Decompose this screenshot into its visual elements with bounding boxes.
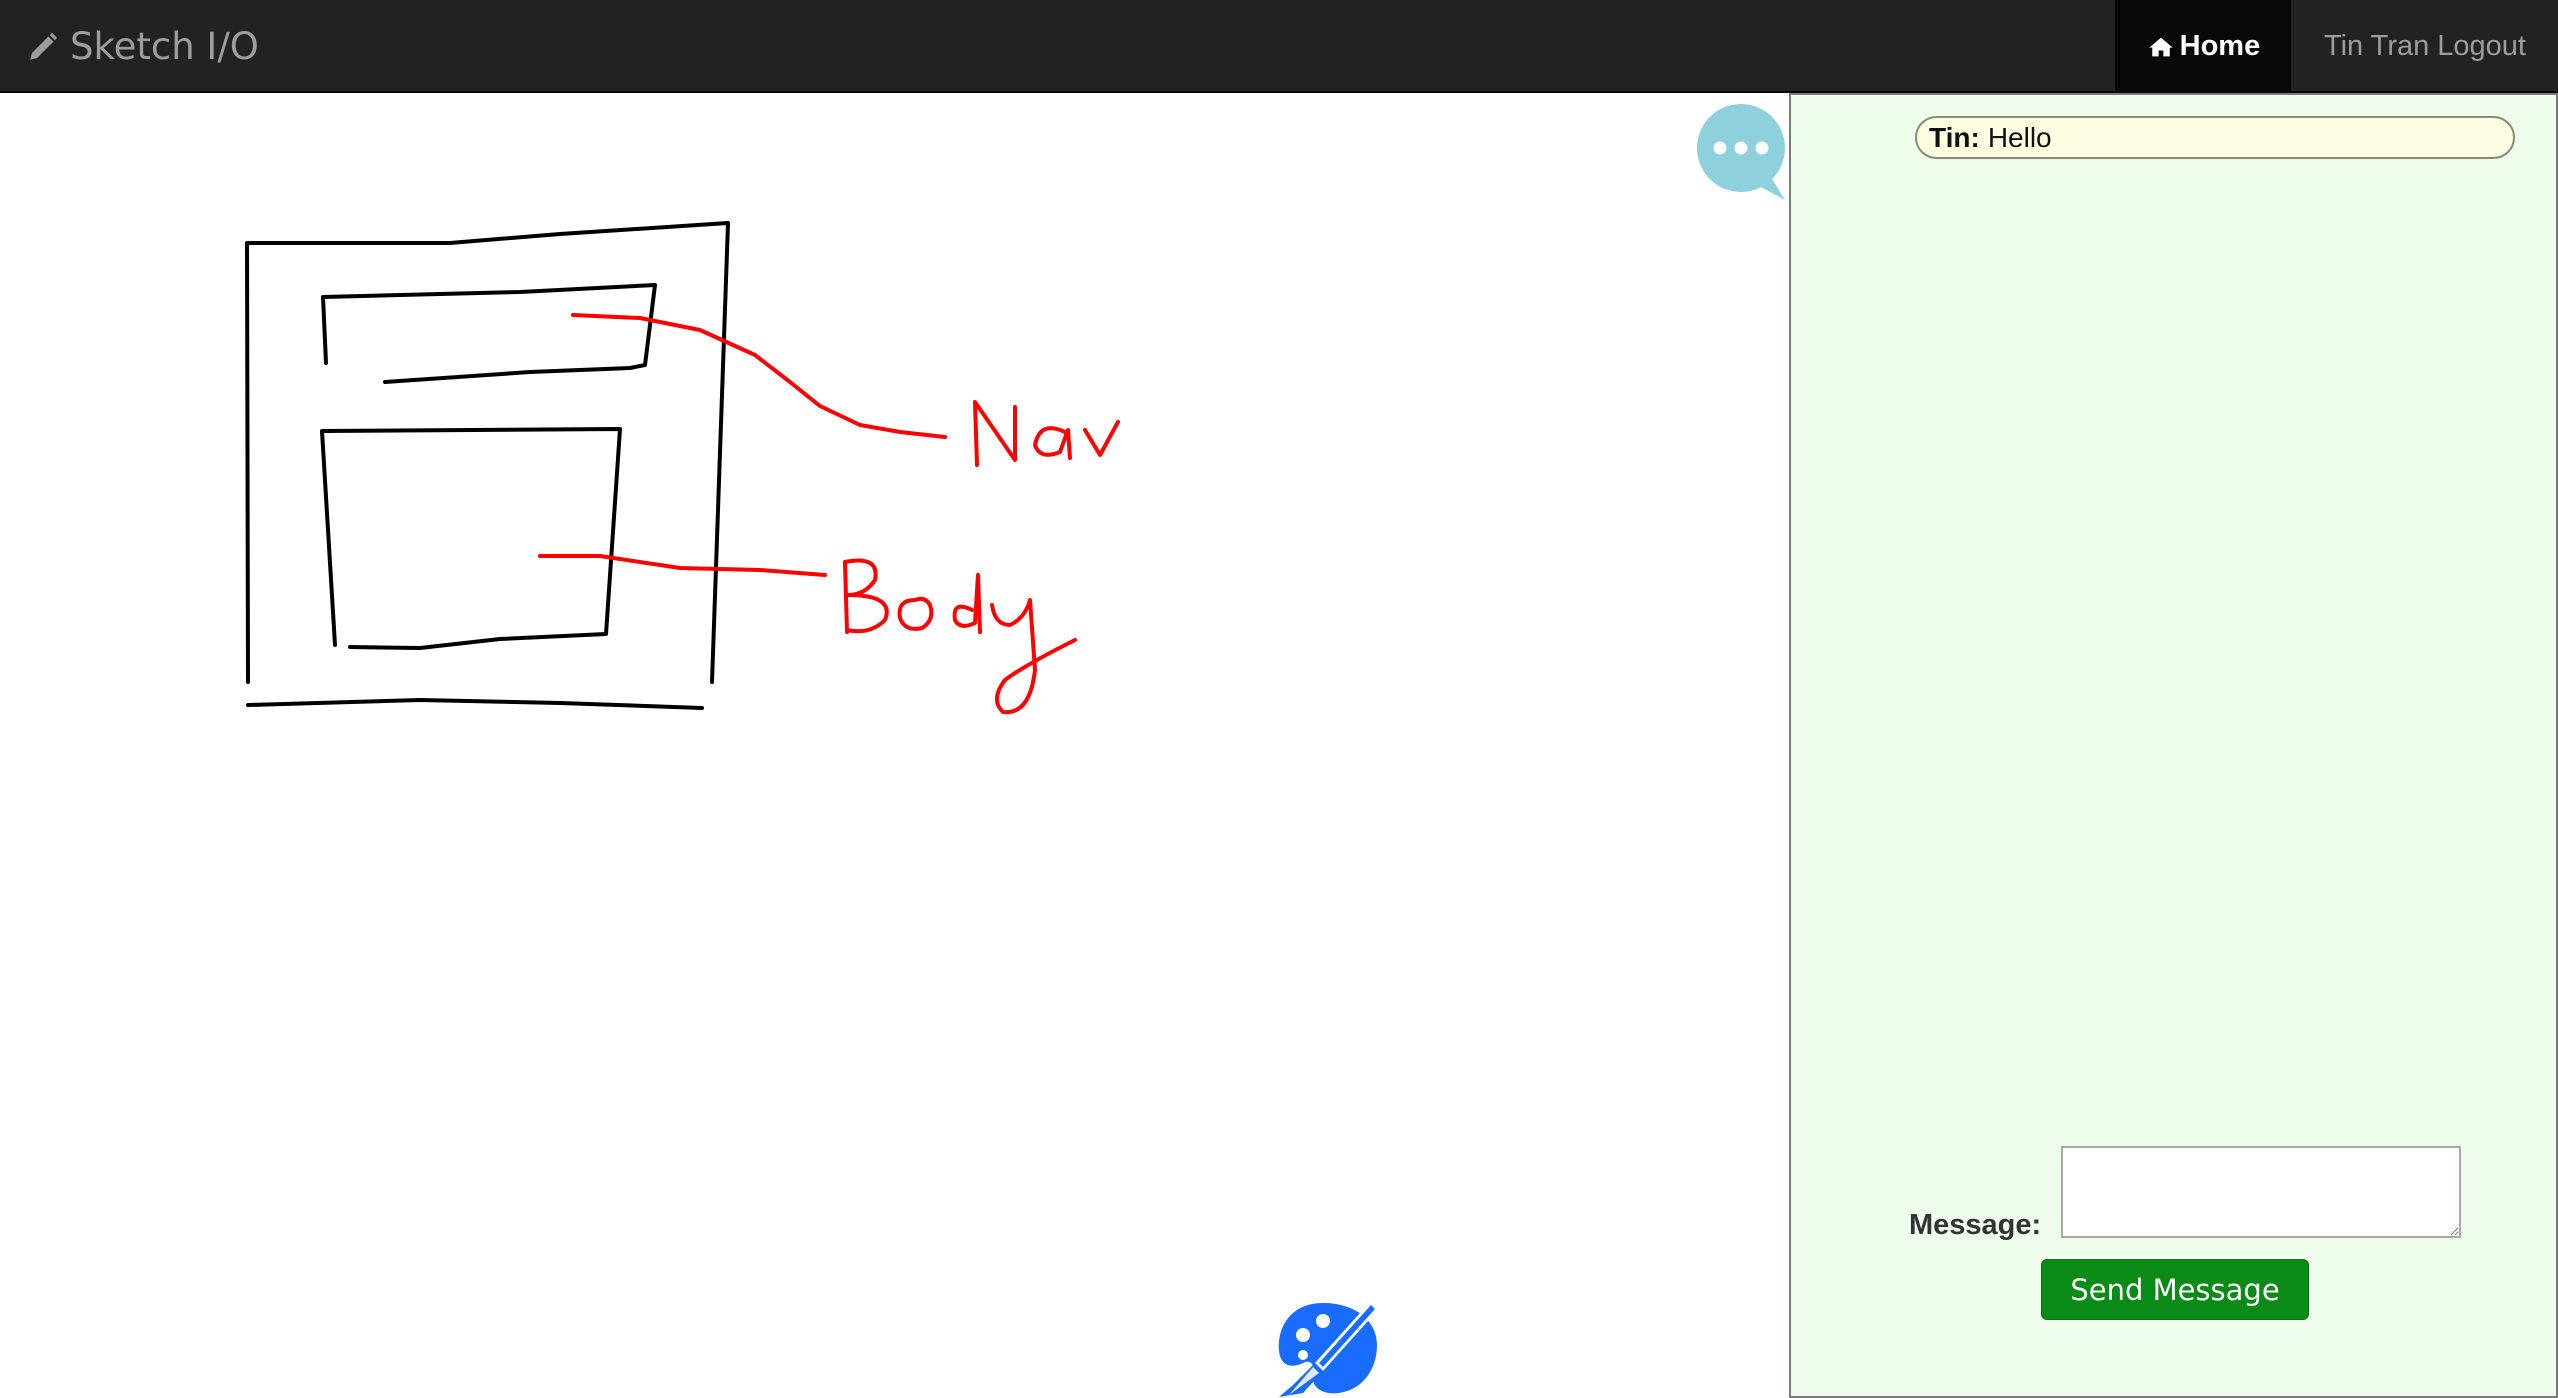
nav-home-link[interactable]: Home [2114,0,2291,93]
drawing-canvas[interactable] [0,93,1790,1398]
sketch-drawing [245,221,1120,715]
nav-home-label: Home [2179,30,2261,62]
brand-link[interactable]: Sketch I/O [26,0,259,93]
chat-panel: Tin: Hello Message: Send Message [1789,93,2558,1398]
message-sender: Tin: [1929,121,1980,153]
palette-brush-icon[interactable] [1273,1297,1381,1397]
chat-toggle-icon[interactable] [1693,102,1789,206]
send-message-button[interactable]: Send Message [2041,1259,2309,1320]
chat-message: Tin: Hello [1915,116,2515,159]
nav-logout-link[interactable]: Tin Tran Logout [2291,0,2558,93]
nav-right: Home Tin Tran Logout [2114,0,2558,93]
home-icon [2148,37,2173,56]
top-navbar: Sketch I/O Home Tin Tran Logout [0,0,2558,93]
message-text: Hello [1987,121,2052,153]
message-input[interactable] [2061,1146,2461,1238]
message-label: Message: [1909,1209,2042,1241]
pencil-icon [30,32,58,60]
brand-label: Sketch I/O [70,25,259,68]
